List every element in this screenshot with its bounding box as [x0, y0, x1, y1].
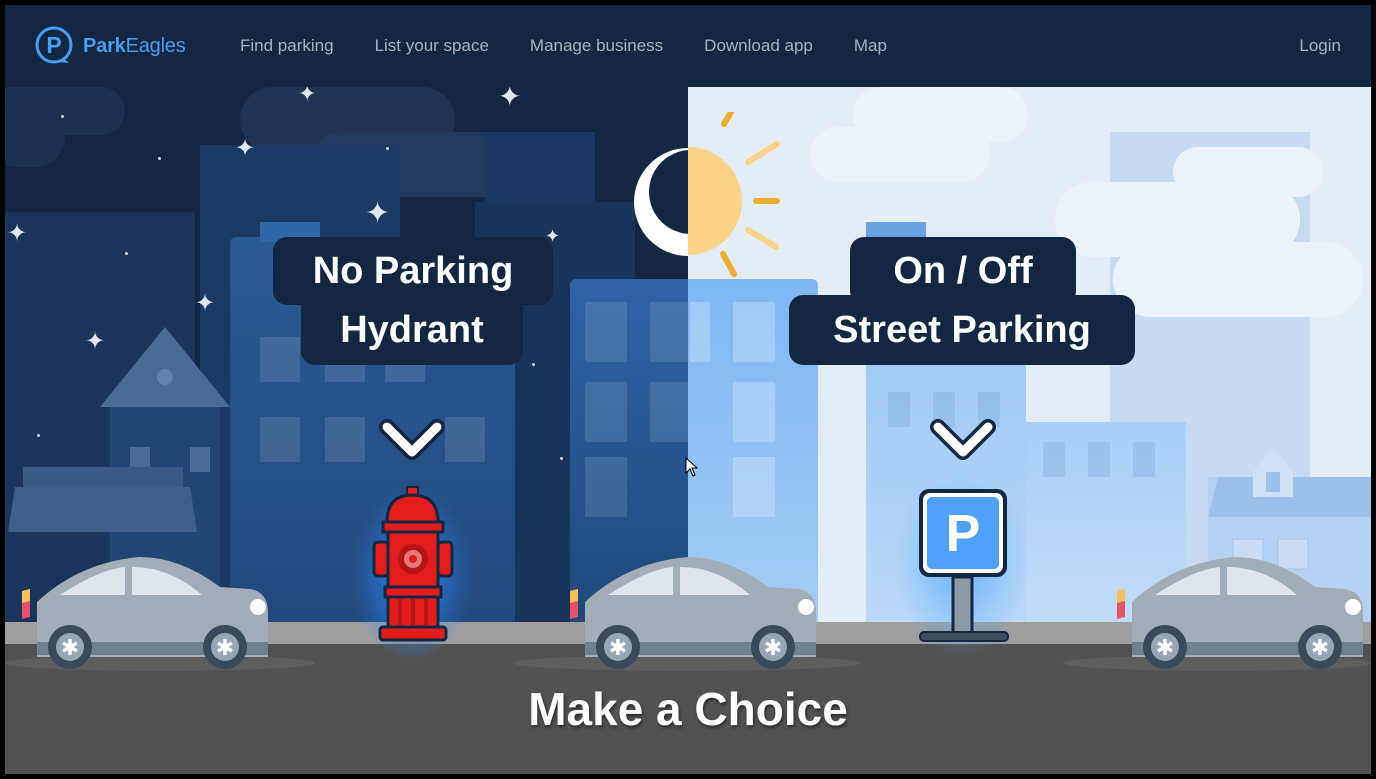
day-cloud — [1113, 242, 1363, 317]
nav-link-map[interactable]: Map — [854, 36, 887, 56]
fire-hydrant-icon[interactable] — [350, 467, 475, 657]
star-icon: ✦ — [85, 328, 106, 355]
brand-name: ParkEagles — [83, 35, 186, 58]
day-window — [1043, 442, 1065, 477]
star-dot — [61, 115, 64, 118]
parked-car: ✱ ✱ — [22, 557, 268, 669]
nav-link-manage-business[interactable]: Manage business — [530, 36, 663, 56]
top-navbar: P ParkEagles Find parking List your spac… — [5, 5, 1371, 87]
day-window — [690, 302, 710, 362]
hero-scene: ✦ ✦ ✦ ✦ ✦ ✦ ✦ ✦ ✱ ✱ ✱ ✱ ✱ ✱ No Parking H… — [5, 87, 1371, 774]
page-frame: P ParkEagles Find parking List your spac… — [5, 5, 1371, 774]
night-window — [585, 302, 627, 362]
night-window — [585, 457, 627, 517]
night-awning — [8, 467, 197, 532]
day-cloud — [810, 127, 990, 182]
day-window — [888, 392, 910, 427]
svg-text:✱: ✱ — [609, 636, 627, 661]
star-dot — [386, 147, 389, 150]
make-a-choice-heading: Make a Choice — [528, 683, 848, 735]
moon-icon — [634, 148, 688, 256]
svg-text:✱: ✱ — [764, 636, 782, 661]
option-label-line2[interactable]: Street Parking — [789, 295, 1135, 365]
mouse-cursor-icon — [685, 457, 699, 477]
night-window — [260, 417, 300, 462]
star-dot — [125, 252, 128, 255]
svg-text:P: P — [46, 32, 61, 58]
star-dot — [37, 434, 40, 437]
brand-logo[interactable]: P ParkEagles — [33, 25, 186, 67]
nav-link-download-app[interactable]: Download app — [704, 36, 813, 56]
nav-link-find-parking[interactable]: Find parking — [240, 36, 334, 56]
svg-text:✱: ✱ — [1156, 636, 1174, 661]
svg-text:✱: ✱ — [1311, 636, 1329, 661]
star-icon: ✦ — [365, 197, 391, 230]
parking-sign-letter: P — [946, 505, 981, 563]
night-window — [650, 302, 688, 362]
star-icon: ✦ — [7, 220, 28, 247]
nav-links: Find parking List your space Manage busi… — [240, 5, 928, 87]
star-icon: ✦ — [498, 87, 522, 112]
brand-name-light: Eagles — [125, 34, 186, 57]
chevron-down-icon[interactable] — [379, 419, 445, 463]
svg-text:✱: ✱ — [216, 636, 234, 661]
brand-name-bold: Park — [83, 34, 126, 57]
night-window — [650, 382, 688, 442]
nav-link-list-your-space[interactable]: List your space — [375, 36, 489, 56]
parking-p-logo-icon: P — [35, 26, 73, 64]
day-window — [1133, 442, 1155, 477]
chevron-down-icon[interactable] — [930, 419, 996, 463]
star-dot — [560, 457, 563, 460]
star-icon: ✦ — [235, 135, 256, 162]
night-window — [445, 417, 485, 462]
star-dot — [532, 363, 535, 366]
option-label-line2[interactable]: Hydrant — [301, 295, 523, 365]
day-window — [733, 302, 775, 362]
day-window — [733, 457, 775, 517]
night-window — [260, 337, 300, 382]
sun-icon — [688, 112, 780, 277]
night-cloud — [5, 107, 65, 167]
night-window — [325, 417, 365, 462]
star-icon: ✦ — [298, 87, 317, 106]
parked-car: ✱ ✱ — [570, 557, 816, 669]
parking-sign-icon[interactable]: P — [895, 467, 1030, 657]
parked-car: ✱ ✱ — [1117, 557, 1363, 669]
night-window — [585, 382, 627, 442]
day-window — [1088, 442, 1110, 477]
star-dot — [158, 157, 161, 160]
login-link[interactable]: Login — [1299, 5, 1341, 87]
star-icon: ✦ — [195, 290, 216, 317]
day-window — [733, 382, 775, 442]
svg-text:✱: ✱ — [61, 636, 79, 661]
